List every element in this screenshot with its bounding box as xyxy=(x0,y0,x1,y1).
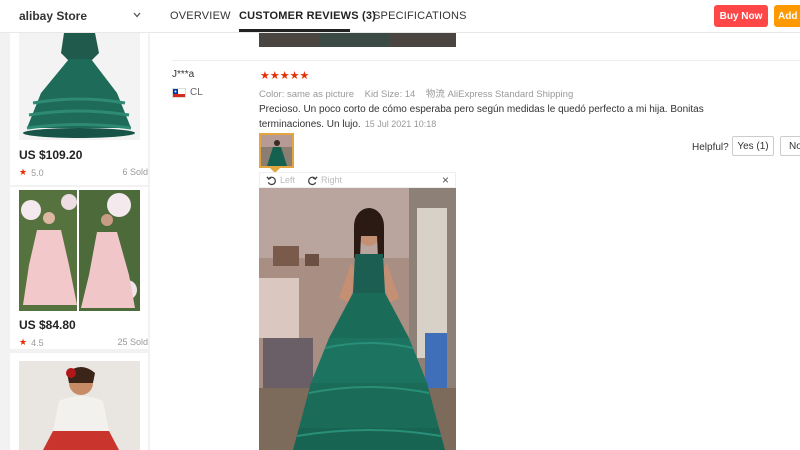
product-price: US $84.80 xyxy=(19,318,76,332)
sold-count: 25 Sold xyxy=(117,337,148,347)
review-photo-enlarged[interactable] xyxy=(259,188,456,450)
product-tabs: OVERVIEW CUSTOMER REVIEWS (3) SPECIFICAT… xyxy=(150,0,800,33)
rating-value: 4.5 xyxy=(31,337,44,348)
shipping-label: 物流 xyxy=(425,89,445,100)
rotate-right-label: Right xyxy=(321,175,343,185)
reviewer-country: CL xyxy=(172,87,203,98)
reviewer-name: J***a xyxy=(172,69,195,80)
product-image[interactable] xyxy=(19,361,140,450)
rotate-left-icon xyxy=(266,175,276,185)
star-icon: ★ xyxy=(19,337,28,347)
close-icon[interactable]: × xyxy=(442,173,449,187)
review-text: Precioso. Un poco corto de cómo esperaba… xyxy=(259,103,764,132)
review-meta: Color: same as picture Kid Size: 14 物流 A… xyxy=(259,86,573,100)
add-to-cart-button[interactable]: Add xyxy=(774,5,800,27)
chevron-down-icon xyxy=(133,12,141,18)
rating-value: 5.0 xyxy=(31,167,44,178)
tab-customer-reviews[interactable]: CUSTOMER REVIEWS (3) xyxy=(239,10,376,22)
tab-specifications[interactable]: SPECIFICATIONS xyxy=(373,10,467,22)
store-sidebar: alibay Store US $109.20 ★ 5.0 6 Sold US … xyxy=(0,0,150,450)
reviews-panel: J***a CL ★★★★★ Color: same as picture Ki… xyxy=(150,33,800,450)
product-card[interactable] xyxy=(10,353,148,450)
shipping-value: AliExpress Standard Shipping xyxy=(447,89,574,100)
product-price: US $109.20 xyxy=(19,148,83,162)
color-value: same as picture xyxy=(286,89,355,100)
helpful-label: Helpful? xyxy=(692,142,729,153)
review-divider xyxy=(172,60,800,61)
product-image[interactable] xyxy=(19,190,140,311)
rotate-left-label: Left xyxy=(280,175,296,185)
size-value: 14 xyxy=(404,89,416,100)
previous-review-photo[interactable] xyxy=(259,33,456,47)
product-page: alibay Store US $109.20 ★ 5.0 6 Sold US … xyxy=(0,0,800,450)
store-name: alibay Store xyxy=(19,9,88,23)
review-date: 15 Jul 2021 10:18 xyxy=(364,119,437,129)
product-rating: ★ 4.5 xyxy=(19,337,44,348)
rotate-left-control[interactable]: Left xyxy=(266,175,295,186)
country-code: CL xyxy=(190,87,203,98)
review-body: Precioso. Un poco corto de cómo esperaba… xyxy=(259,104,704,130)
size-label: Kid Size: xyxy=(364,89,403,100)
helpful-yes-button[interactable]: Yes (1) xyxy=(732,136,774,156)
active-tab-indicator xyxy=(239,29,350,32)
store-selector[interactable]: alibay Store xyxy=(0,0,150,33)
review-photo-thumbnail[interactable] xyxy=(259,133,294,168)
chile-flag-icon xyxy=(172,87,186,98)
product-card[interactable]: US $109.20 ★ 5.0 6 Sold xyxy=(10,33,148,185)
color-label: Color: xyxy=(259,89,285,100)
sold-count: 6 Sold xyxy=(122,167,148,177)
photo-viewer-toolbar: Left Right × xyxy=(259,172,456,188)
product-image[interactable] xyxy=(19,33,140,140)
star-icon: ★ xyxy=(19,167,28,177)
product-card[interactable]: US $84.80 ★ 4.5 25 Sold xyxy=(10,187,148,349)
helpful-no-button[interactable]: No xyxy=(780,136,800,156)
review-stars: ★★★★★ xyxy=(260,70,310,82)
buy-now-button[interactable]: Buy Now xyxy=(714,5,768,27)
rotate-right-control[interactable]: Right xyxy=(307,175,342,186)
product-rating: ★ 5.0 xyxy=(19,167,44,178)
rotate-right-icon xyxy=(308,175,318,185)
tab-overview[interactable]: OVERVIEW xyxy=(170,10,231,22)
